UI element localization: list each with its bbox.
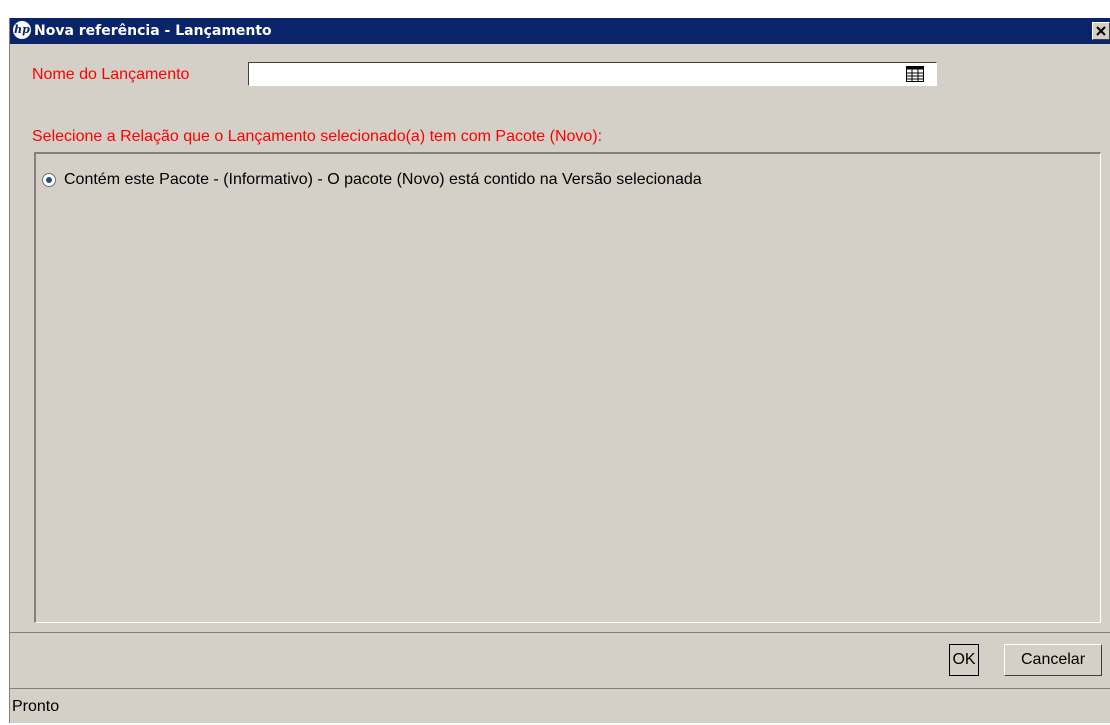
close-icon [1096,26,1106,36]
status-bar: Pronto [10,688,1110,723]
name-field-label: Nome do Lançamento [32,66,190,83]
status-text: Pronto [12,698,60,715]
table-lookup-icon[interactable] [906,66,924,82]
relation-options-panel: Contém este Pacote - (Informativo) - O p… [34,152,1101,623]
radio-selected-dot [46,177,52,183]
relation-option-label: Contém este Pacote - (Informativo) - O p… [64,171,702,188]
ok-button[interactable]: OK [949,644,979,676]
radio-button[interactable] [42,173,56,187]
dialog-window: hp Nova referência - Lançamento Nome do … [9,18,1110,723]
window-title: Nova referência - Lançamento [34,23,272,39]
button-bar-separator [10,632,1110,633]
title-bar[interactable]: hp Nova referência - Lançamento [10,18,1110,44]
release-name-input[interactable] [248,62,937,86]
hp-logo-icon: hp [13,21,31,39]
cancel-button[interactable]: Cancelar [1004,644,1102,676]
close-button[interactable] [1092,22,1110,40]
relation-prompt-label: Selecione a Relação que o Lançamento sel… [32,128,603,145]
